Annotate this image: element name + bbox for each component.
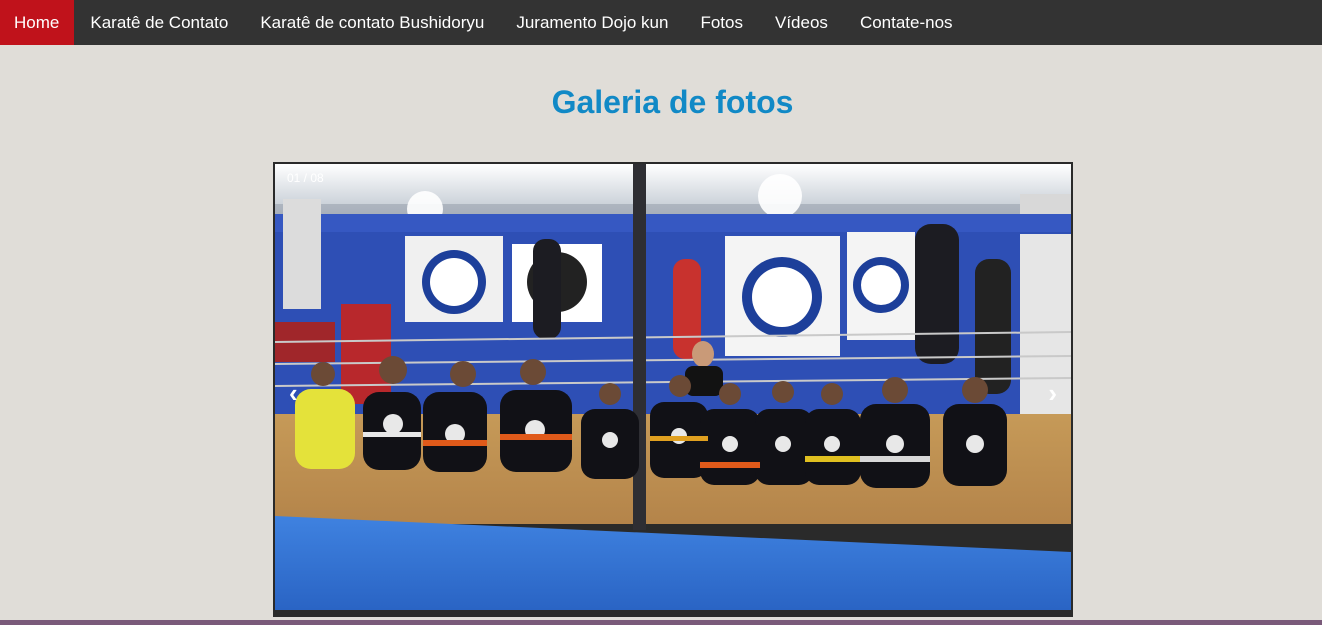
nav-contate-nos[interactable]: Contate-nos (844, 0, 969, 45)
top-navigation: Home Karatê de Contato Karatê de contato… (0, 0, 1322, 45)
nav-karate-bushidoryu[interactable]: Karatê de contato Bushidoryu (244, 0, 500, 45)
slide-counter: 01 / 08 (287, 171, 324, 185)
bottom-strip (0, 620, 1322, 625)
next-slide-button[interactable]: › (1048, 380, 1057, 406)
previous-slide-button[interactable]: ‹ (289, 380, 298, 406)
nav-juramento-dojo-kun[interactable]: Juramento Dojo kun (500, 0, 684, 45)
nav-karate-de-contato[interactable]: Karatê de Contato (74, 0, 244, 45)
photo-slideshow: 01 / 08 ‹ › (273, 162, 1073, 617)
nav-videos[interactable]: Vídeos (759, 0, 844, 45)
slide-photo (275, 164, 1071, 610)
nav-home[interactable]: Home (0, 0, 75, 45)
page-title: Galeria de fotos (551, 84, 794, 120)
nav-fotos[interactable]: Fotos (684, 0, 759, 45)
